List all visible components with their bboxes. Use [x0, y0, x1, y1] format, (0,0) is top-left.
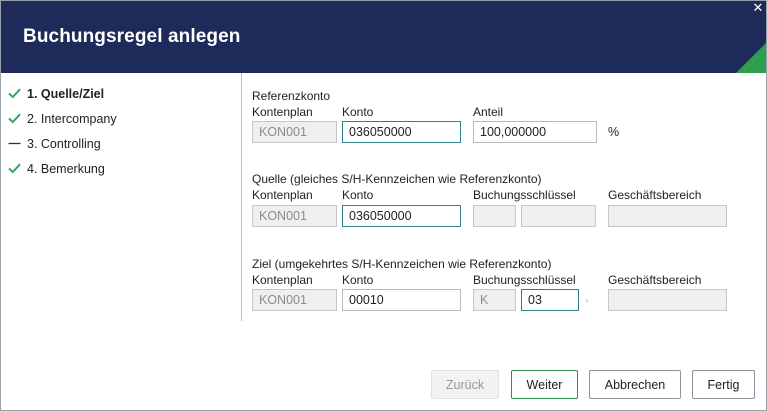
dialog-window: Buchungsregel anlegen ✕ 1. Quelle/Ziel 2…: [0, 0, 767, 411]
chevron-right-icon[interactable]: ›: [579, 289, 595, 311]
close-icon[interactable]: ✕: [751, 1, 765, 15]
section-quelle-title: Quelle (gleiches S/H-Kennzeichen wie Ref…: [252, 172, 542, 186]
next-button[interactable]: Weiter: [511, 370, 578, 399]
step-bemerkung[interactable]: 4. Bemerkung: [7, 156, 237, 181]
ziel-buchungsschluessel-label: Buchungsschlüssel: [473, 273, 576, 287]
ziel-kontenplan-field: KON001: [252, 289, 337, 311]
ziel-konto-field[interactable]: 00010: [342, 289, 461, 311]
ziel-buchungsschluessel-field-2[interactable]: 03: [521, 289, 579, 311]
check-icon: [7, 87, 22, 101]
quelle-buchungsschluessel-field-1: [473, 205, 516, 227]
referenz-kontenplan-field: KON001: [252, 121, 337, 143]
step-controlling[interactable]: 3. Controlling: [7, 131, 237, 156]
referenz-kontenplan-label: Kontenplan: [252, 105, 313, 119]
back-button[interactable]: Zurück: [431, 370, 499, 399]
step-quelle-ziel[interactable]: 1. Quelle/Ziel: [7, 81, 237, 106]
quelle-buchungsschluessel-label: Buchungsschlüssel: [473, 188, 576, 202]
quelle-buchungsschluessel-field-2: [521, 205, 596, 227]
percent-sign: %: [608, 125, 620, 139]
quelle-konto-label: Konto: [342, 188, 374, 202]
cancel-button[interactable]: Abbrechen: [589, 370, 681, 399]
wizard-steps: 1. Quelle/Ziel 2. Intercompany 3. Contro…: [7, 81, 237, 181]
check-icon: [7, 162, 22, 176]
ziel-konto-label: Konto: [342, 273, 374, 287]
check-icon: [7, 112, 22, 126]
quelle-geschaeftsbereich-label: Geschäftsbereich: [608, 188, 702, 202]
step-label: 2. Intercompany: [27, 111, 117, 126]
dash-icon: [7, 137, 22, 151]
referenz-anteil-field[interactable]: 100,000000: [473, 121, 597, 143]
referenz-konto-field[interactable]: 036050000: [342, 121, 461, 143]
corner-accent: [736, 41, 766, 73]
section-referenzkonto-title: Referenzkonto: [252, 89, 331, 103]
divider: [241, 73, 242, 321]
step-label: 4. Bemerkung: [27, 161, 105, 176]
ziel-kontenplan-label: Kontenplan: [252, 273, 313, 287]
ziel-buchungsschluessel-field-1: K: [473, 289, 516, 311]
quelle-kontenplan-field: KON001: [252, 205, 337, 227]
section-ziel-title: Ziel (umgekehrtes S/H-Kennzeichen wie Re…: [252, 257, 552, 271]
referenz-konto-label: Konto: [342, 105, 374, 119]
step-label: 3. Controlling: [27, 136, 101, 151]
quelle-konto-field[interactable]: 036050000: [342, 205, 461, 227]
referenz-anteil-label: Anteil: [473, 105, 504, 119]
ziel-geschaeftsbereich-field: [608, 289, 727, 311]
step-intercompany[interactable]: 2. Intercompany: [7, 106, 237, 131]
quelle-geschaeftsbereich-field: [608, 205, 727, 227]
finish-button[interactable]: Fertig: [692, 370, 755, 399]
dialog-header: Buchungsregel anlegen ✕: [1, 1, 766, 73]
step-label: 1. Quelle/Ziel: [27, 86, 105, 101]
ziel-geschaeftsbereich-label: Geschäftsbereich: [608, 273, 702, 287]
quelle-kontenplan-label: Kontenplan: [252, 188, 313, 202]
dialog-title: Buchungsregel anlegen: [23, 26, 241, 47]
